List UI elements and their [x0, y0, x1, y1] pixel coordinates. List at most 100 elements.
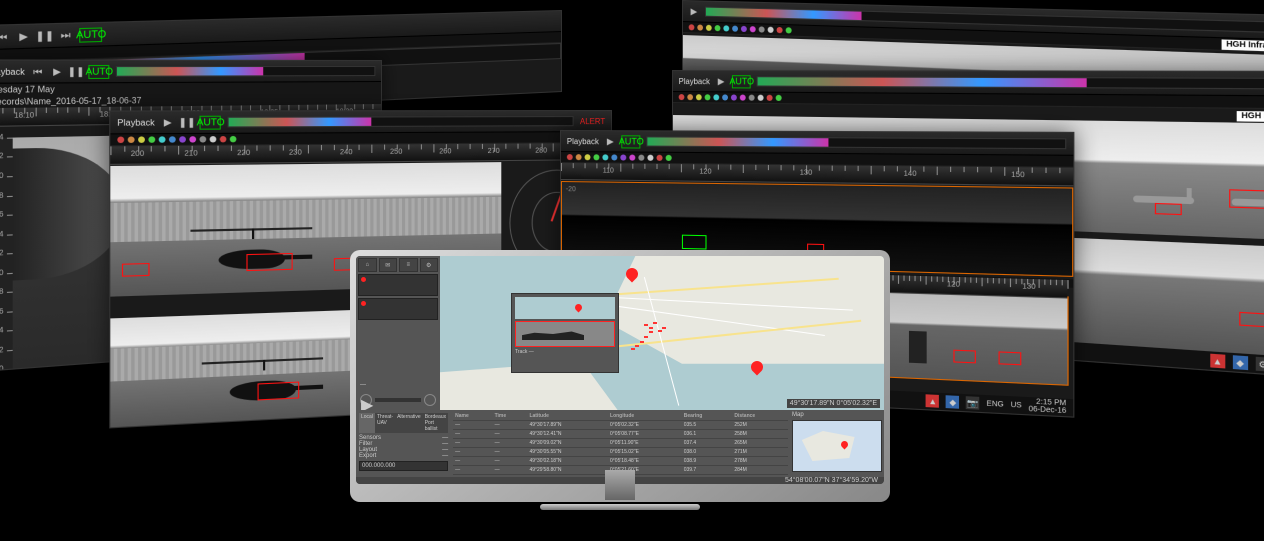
scrub-bar[interactable] [647, 136, 1066, 149]
side-icon[interactable]: ⌂ [358, 258, 377, 272]
pause-icon[interactable]: ❚❚ [70, 66, 82, 78]
channel-dot[interactable] [722, 94, 728, 100]
channel-dot[interactable] [715, 25, 721, 31]
auto-badge[interactable]: AUTO [89, 64, 110, 78]
channel-dot[interactable] [230, 136, 237, 142]
filter-tab[interactable]: Local [359, 413, 375, 433]
channel-dot[interactable] [767, 95, 773, 101]
table-row[interactable]: ——49°30'17.89"N0°05'02.32"E035.5252M [453, 421, 788, 430]
col-header[interactable]: Longitude [608, 412, 682, 421]
channel-dot[interactable] [679, 94, 685, 100]
channel-dot[interactable] [759, 26, 765, 32]
pause-icon[interactable]: ❚❚ [38, 29, 52, 42]
channel-dot[interactable] [697, 24, 703, 30]
channel-dot[interactable] [731, 94, 737, 100]
auto-badge[interactable]: AUTO [732, 75, 751, 88]
play-controls[interactable]: ▶ [358, 392, 438, 408]
channel-dot[interactable] [602, 154, 608, 160]
channel-dot[interactable] [200, 136, 207, 142]
play-icon[interactable]: ▶ [51, 66, 63, 78]
channel-dot[interactable] [179, 136, 186, 142]
minimap[interactable] [792, 420, 882, 472]
side-row[interactable]: Export— [359, 453, 448, 459]
side-icon[interactable]: ≡ [399, 258, 418, 272]
channel-dot[interactable] [576, 154, 582, 160]
scrub-bar[interactable] [757, 76, 1264, 89]
table-row[interactable]: ——49°30'12.41"N0°05'08.77"E036.1258M [453, 430, 788, 439]
channel-dot[interactable] [117, 137, 124, 144]
table-row[interactable]: ——49°30'02.18"N0°05'18.48"E038.9278M [453, 457, 788, 466]
skip-back-icon[interactable]: ⏮ [0, 30, 9, 43]
side-icon[interactable]: ⚙ [420, 258, 439, 272]
filter-tab[interactable]: Alternative [395, 413, 423, 433]
tracks-table[interactable]: NameTimeLatitudeLongitudeBearingDistance… [451, 410, 790, 477]
col-header[interactable]: Time [493, 412, 528, 421]
channel-dot[interactable] [611, 154, 617, 160]
channel-dot[interactable] [705, 94, 711, 100]
main-map[interactable]: Track — 49°30'17.89"N 0°05'02.32"E [440, 256, 884, 410]
channel-dot[interactable] [169, 136, 176, 143]
col-header[interactable]: Distance [732, 412, 788, 421]
channel-dot[interactable] [666, 155, 672, 161]
filter-tab[interactable]: Threat-UAV [375, 413, 395, 433]
table-row[interactable]: ——49°30'09.02"N0°05'11.90"E037.4265M [453, 439, 788, 448]
channel-dot[interactable] [620, 154, 626, 160]
channel-dot[interactable] [696, 94, 702, 100]
channel-dot[interactable] [758, 95, 764, 101]
channel-dot[interactable] [159, 136, 166, 143]
channel-dot[interactable] [713, 94, 719, 100]
taskbar-lang[interactable]: ENG [987, 400, 1004, 408]
channel-dot[interactable] [786, 27, 792, 33]
pause-icon[interactable]: ❚❚ [181, 116, 193, 128]
track-thumb[interactable] [358, 298, 438, 320]
channel-dot[interactable] [768, 27, 774, 33]
play-icon[interactable]: ▶ [605, 136, 616, 147]
channel-dot[interactable] [148, 136, 155, 143]
channel-dot[interactable] [638, 155, 644, 161]
channel-dot[interactable] [750, 26, 756, 32]
play-icon[interactable]: ▶ [689, 6, 700, 17]
auto-badge[interactable]: AUTO [80, 27, 103, 42]
end-knob-icon[interactable] [424, 394, 436, 406]
channel-dot[interactable] [732, 26, 738, 32]
auto-badge[interactable]: AUTO [200, 115, 221, 129]
channel-dot[interactable] [657, 155, 663, 161]
channel-dot[interactable] [138, 136, 145, 143]
play-knob-icon[interactable]: ▶ [360, 394, 372, 406]
channel-dot[interactable] [740, 95, 746, 101]
filter-tab[interactable]: Bordeaux Port ballist [423, 413, 448, 433]
side-icon[interactable]: ✉ [379, 258, 398, 272]
play-icon[interactable]: ▶ [716, 76, 727, 87]
taskbar-app-icon[interactable]: ◆ [1233, 355, 1248, 370]
ip-input[interactable]: 000.000.000 [359, 461, 448, 471]
channel-dot[interactable] [689, 24, 695, 30]
channel-dot[interactable] [776, 95, 782, 101]
auto-badge[interactable]: AUTO [622, 135, 641, 148]
taskbar-app-icon[interactable]: ◆ [946, 395, 959, 408]
channel-dot[interactable] [189, 136, 196, 142]
scrub-mini[interactable] [375, 398, 421, 402]
scrub-bar[interactable] [116, 66, 375, 77]
channel-dot[interactable] [210, 136, 217, 142]
col-header[interactable]: Latitude [527, 412, 608, 421]
play-icon[interactable]: ▶ [161, 116, 174, 128]
skip-fwd-icon[interactable]: ⏭ [59, 29, 72, 42]
taskbar-app-icon[interactable]: ▲ [926, 394, 939, 407]
channel-dot[interactable] [220, 136, 227, 142]
camera-icon[interactable]: 📷 [966, 396, 980, 410]
channel-dot[interactable] [647, 155, 653, 161]
col-header[interactable]: Bearing [682, 412, 733, 421]
channel-dot[interactable] [749, 95, 755, 101]
channel-dot[interactable] [777, 27, 783, 33]
scrub-bar[interactable] [228, 116, 574, 127]
channel-dot[interactable] [593, 154, 599, 160]
channel-dot[interactable] [567, 154, 573, 160]
taskbar-app-icon[interactable]: ▲ [1210, 354, 1225, 369]
target-popup[interactable]: Track — [511, 293, 619, 373]
channel-dot[interactable] [128, 136, 135, 143]
channel-dot[interactable] [706, 25, 712, 31]
channel-dot[interactable] [585, 154, 591, 160]
table-row[interactable]: ——49°30'05.55"N0°05'15.02"E038.0271M [453, 448, 788, 457]
skip-back-icon[interactable]: ⏮ [32, 66, 45, 78]
channel-dot[interactable] [741, 26, 747, 32]
